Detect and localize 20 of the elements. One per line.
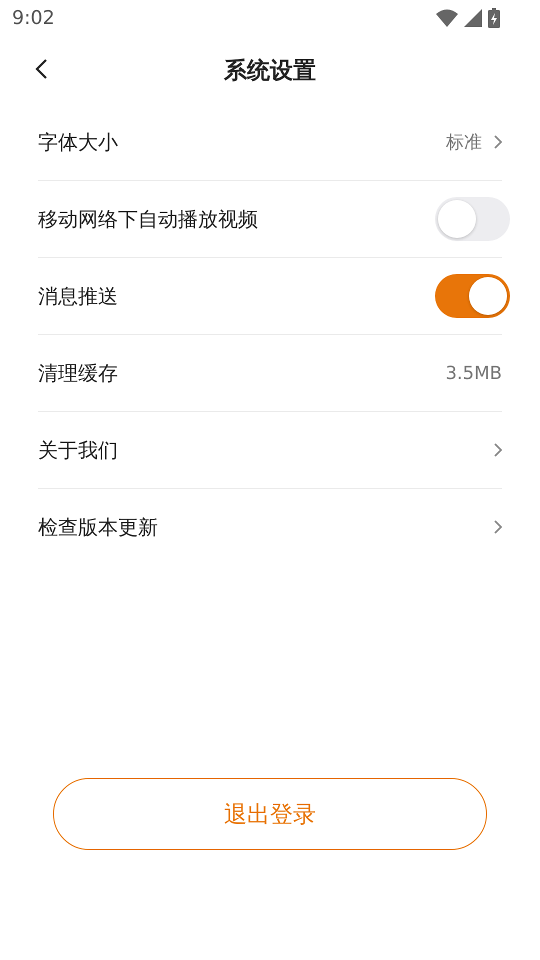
- chevron-icon[interactable]: [494, 135, 502, 149]
- status-time: 9:02: [12, 7, 55, 29]
- setting-label: 消息推送: [38, 282, 118, 310]
- logout-button[interactable]: 退出登录: [53, 778, 487, 850]
- signal-icon: [464, 9, 482, 27]
- page-title: 系统设置: [224, 56, 316, 86]
- setting-value: 标准: [446, 131, 482, 154]
- setting-value: 3.5MB: [445, 362, 502, 384]
- chevron-icon[interactable]: [494, 520, 502, 534]
- setting-label: 检查版本更新: [38, 514, 158, 540]
- wifi-icon: [436, 9, 458, 27]
- setting-label: 关于我们: [38, 436, 118, 464]
- chevron-icon[interactable]: [494, 443, 502, 457]
- setting-label: 字体大小: [38, 128, 118, 156]
- back-icon[interactable]: [34, 58, 48, 80]
- setting-label: 移动网络下自动播放视频: [38, 206, 258, 232]
- battery-icon: [488, 8, 500, 28]
- toggle-switch[interactable]: [435, 274, 510, 318]
- setting-label: 清理缓存: [38, 360, 118, 386]
- toggle-switch[interactable]: [435, 197, 510, 241]
